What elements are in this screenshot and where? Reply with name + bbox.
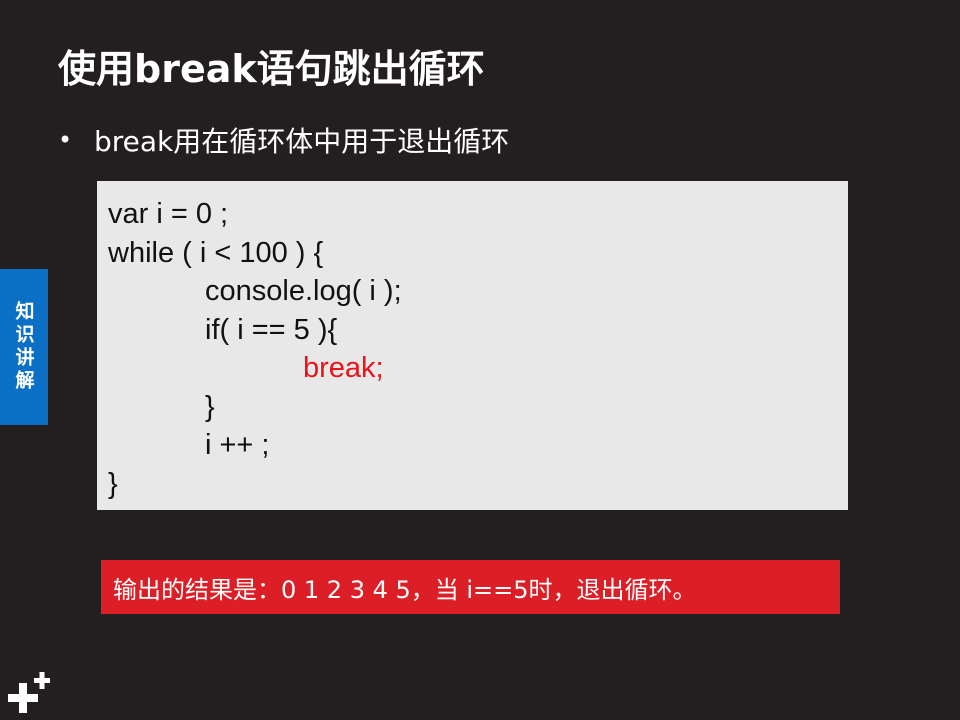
code-line: var i = 0 ; — [108, 198, 229, 230]
bullet-item: • break用在循环体中用于退出循环 — [58, 120, 509, 160]
code-line: if( i == 5 ){ — [205, 313, 338, 346]
code-line: while ( i < 100 ) { — [108, 236, 324, 269]
plus-logo-icon — [8, 672, 50, 713]
code-line: i ++ ; — [205, 429, 270, 461]
bullet-text: break用在循环体中用于退出循环 — [94, 125, 510, 158]
code-line: } — [205, 390, 215, 423]
side-tab: 知识讲解 — [0, 269, 48, 425]
result-text: 输出的结果是：0 1 2 3 4 5，当 i==5时，退出循环。 — [113, 575, 697, 604]
slide-title: 使用break语句跳出循环 — [58, 47, 485, 91]
code-block: var i = 0 ; while ( i < 100 ) { console.… — [97, 181, 848, 510]
code-line-break-keyword: break; — [303, 352, 384, 384]
code-line: console.log( i ); — [205, 275, 402, 307]
side-tab-label: 知识讲解 — [12, 301, 35, 393]
bullet-dot-icon: • — [58, 126, 73, 154]
result-banner: 输出的结果是：0 1 2 3 4 5，当 i==5时，退出循环。 — [101, 560, 840, 614]
code-line: } — [108, 467, 118, 500]
